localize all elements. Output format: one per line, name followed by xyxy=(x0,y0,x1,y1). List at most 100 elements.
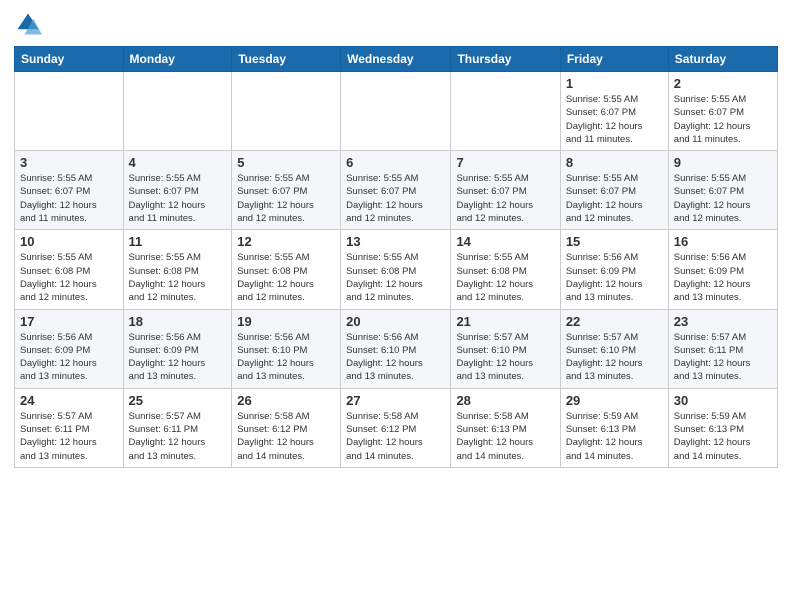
day-info: Sunrise: 5:55 AM Sunset: 6:07 PM Dayligh… xyxy=(456,172,554,225)
day-info: Sunrise: 5:57 AM Sunset: 6:10 PM Dayligh… xyxy=(566,331,663,384)
calendar-header-row: SundayMondayTuesdayWednesdayThursdayFrid… xyxy=(15,47,778,72)
day-info: Sunrise: 5:55 AM Sunset: 6:08 PM Dayligh… xyxy=(346,251,445,304)
calendar-cell: 23 Sunrise: 5:57 AM Sunset: 6:11 PM Dayli… xyxy=(668,309,777,388)
day-number: 12 xyxy=(237,234,335,249)
day-number: 7 xyxy=(456,155,554,170)
day-number: 22 xyxy=(566,314,663,329)
calendar-cell: 2 Sunrise: 5:55 AM Sunset: 6:07 PM Daylig… xyxy=(668,72,777,151)
day-info: Sunrise: 5:57 AM Sunset: 6:11 PM Dayligh… xyxy=(674,331,772,384)
day-info: Sunrise: 5:55 AM Sunset: 6:07 PM Dayligh… xyxy=(674,93,772,146)
day-number: 21 xyxy=(456,314,554,329)
day-info: Sunrise: 5:55 AM Sunset: 6:07 PM Dayligh… xyxy=(674,172,772,225)
calendar-table: SundayMondayTuesdayWednesdayThursdayFrid… xyxy=(14,46,778,468)
day-number: 29 xyxy=(566,393,663,408)
day-number: 3 xyxy=(20,155,118,170)
calendar-cell xyxy=(232,72,341,151)
day-info: Sunrise: 5:59 AM Sunset: 6:13 PM Dayligh… xyxy=(674,410,772,463)
logo xyxy=(14,10,46,38)
day-info: Sunrise: 5:57 AM Sunset: 6:10 PM Dayligh… xyxy=(456,331,554,384)
day-number: 30 xyxy=(674,393,772,408)
calendar-cell xyxy=(451,72,560,151)
calendar-cell: 10 Sunrise: 5:55 AM Sunset: 6:08 PM Dayli… xyxy=(15,230,124,309)
day-number: 19 xyxy=(237,314,335,329)
calendar-week-row: 1 Sunrise: 5:55 AM Sunset: 6:07 PM Daylig… xyxy=(15,72,778,151)
calendar-cell: 18 Sunrise: 5:56 AM Sunset: 6:09 PM Dayli… xyxy=(123,309,232,388)
calendar-cell: 21 Sunrise: 5:57 AM Sunset: 6:10 PM Dayli… xyxy=(451,309,560,388)
calendar-cell: 9 Sunrise: 5:55 AM Sunset: 6:07 PM Daylig… xyxy=(668,151,777,230)
calendar-header-wednesday: Wednesday xyxy=(341,47,451,72)
day-info: Sunrise: 5:55 AM Sunset: 6:08 PM Dayligh… xyxy=(129,251,227,304)
day-number: 17 xyxy=(20,314,118,329)
day-info: Sunrise: 5:58 AM Sunset: 6:13 PM Dayligh… xyxy=(456,410,554,463)
day-number: 23 xyxy=(674,314,772,329)
day-info: Sunrise: 5:55 AM Sunset: 6:08 PM Dayligh… xyxy=(20,251,118,304)
calendar-cell: 6Sunrise: 5:55 AM Sunset: 6:07 PM Daylig… xyxy=(341,151,451,230)
day-info: Sunrise: 5:57 AM Sunset: 6:11 PM Dayligh… xyxy=(129,410,227,463)
logo-icon xyxy=(14,10,42,38)
day-info: Sunrise: 5:57 AM Sunset: 6:11 PM Dayligh… xyxy=(20,410,118,463)
day-info: Sunrise: 5:56 AM Sunset: 6:10 PM Dayligh… xyxy=(237,331,335,384)
calendar-cell: 27 Sunrise: 5:58 AM Sunset: 6:12 PM Dayli… xyxy=(341,388,451,467)
calendar-cell: 19 Sunrise: 5:56 AM Sunset: 6:10 PM Dayli… xyxy=(232,309,341,388)
calendar-cell: 25 Sunrise: 5:57 AM Sunset: 6:11 PM Dayli… xyxy=(123,388,232,467)
calendar-cell: 24 Sunrise: 5:57 AM Sunset: 6:11 PM Dayli… xyxy=(15,388,124,467)
day-number: 9 xyxy=(674,155,772,170)
day-info: Sunrise: 5:55 AM Sunset: 6:07 PM Dayligh… xyxy=(129,172,227,225)
calendar-cell: 30 Sunrise: 5:59 AM Sunset: 6:13 PM Dayli… xyxy=(668,388,777,467)
day-info: Sunrise: 5:56 AM Sunset: 6:09 PM Dayligh… xyxy=(566,251,663,304)
day-number: 16 xyxy=(674,234,772,249)
calendar-cell: 11 Sunrise: 5:55 AM Sunset: 6:08 PM Dayli… xyxy=(123,230,232,309)
calendar-cell: 12 Sunrise: 5:55 AM Sunset: 6:08 PM Dayli… xyxy=(232,230,341,309)
calendar-cell: 16 Sunrise: 5:56 AM Sunset: 6:09 PM Dayli… xyxy=(668,230,777,309)
calendar-week-row: 24 Sunrise: 5:57 AM Sunset: 6:11 PM Dayli… xyxy=(15,388,778,467)
calendar-cell: 22 Sunrise: 5:57 AM Sunset: 6:10 PM Dayli… xyxy=(560,309,668,388)
calendar-cell: 5Sunrise: 5:55 AM Sunset: 6:07 PM Daylig… xyxy=(232,151,341,230)
calendar-cell: 26Sunrise: 5:58 AM Sunset: 6:12 PM Dayli… xyxy=(232,388,341,467)
page: SundayMondayTuesdayWednesdayThursdayFrid… xyxy=(0,0,792,612)
day-number: 6 xyxy=(346,155,445,170)
day-number: 25 xyxy=(129,393,227,408)
day-number: 11 xyxy=(129,234,227,249)
calendar-cell: 7 Sunrise: 5:55 AM Sunset: 6:07 PM Daylig… xyxy=(451,151,560,230)
day-number: 14 xyxy=(456,234,554,249)
calendar-header-sunday: Sunday xyxy=(15,47,124,72)
day-info: Sunrise: 5:56 AM Sunset: 6:09 PM Dayligh… xyxy=(129,331,227,384)
day-number: 2 xyxy=(674,76,772,91)
calendar-cell xyxy=(341,72,451,151)
calendar-week-row: 3 Sunrise: 5:55 AM Sunset: 6:07 PM Daylig… xyxy=(15,151,778,230)
day-info: Sunrise: 5:55 AM Sunset: 6:08 PM Dayligh… xyxy=(456,251,554,304)
calendar-cell: 29 Sunrise: 5:59 AM Sunset: 6:13 PM Dayli… xyxy=(560,388,668,467)
day-info: Sunrise: 5:56 AM Sunset: 6:10 PM Dayligh… xyxy=(346,331,445,384)
day-number: 13 xyxy=(346,234,445,249)
day-number: 24 xyxy=(20,393,118,408)
header xyxy=(14,10,778,38)
calendar-cell: 28 Sunrise: 5:58 AM Sunset: 6:13 PM Dayli… xyxy=(451,388,560,467)
day-number: 18 xyxy=(129,314,227,329)
calendar-cell: 1 Sunrise: 5:55 AM Sunset: 6:07 PM Daylig… xyxy=(560,72,668,151)
day-number: 10 xyxy=(20,234,118,249)
day-number: 1 xyxy=(566,76,663,91)
calendar-cell: 20Sunrise: 5:56 AM Sunset: 6:10 PM Dayli… xyxy=(341,309,451,388)
day-info: Sunrise: 5:55 AM Sunset: 6:07 PM Dayligh… xyxy=(566,172,663,225)
day-info: Sunrise: 5:55 AM Sunset: 6:07 PM Dayligh… xyxy=(566,93,663,146)
day-number: 28 xyxy=(456,393,554,408)
calendar-cell: 4 Sunrise: 5:55 AM Sunset: 6:07 PM Daylig… xyxy=(123,151,232,230)
day-info: Sunrise: 5:58 AM Sunset: 6:12 PM Dayligh… xyxy=(346,410,445,463)
day-number: 5 xyxy=(237,155,335,170)
calendar-cell: 17Sunrise: 5:56 AM Sunset: 6:09 PM Dayli… xyxy=(15,309,124,388)
calendar-week-row: 10 Sunrise: 5:55 AM Sunset: 6:08 PM Dayli… xyxy=(15,230,778,309)
day-number: 27 xyxy=(346,393,445,408)
calendar-cell: 3Sunrise: 5:55 AM Sunset: 6:07 PM Daylig… xyxy=(15,151,124,230)
day-number: 8 xyxy=(566,155,663,170)
calendar-cell xyxy=(15,72,124,151)
calendar-cell: 8 Sunrise: 5:55 AM Sunset: 6:07 PM Daylig… xyxy=(560,151,668,230)
calendar-cell: 13 Sunrise: 5:55 AM Sunset: 6:08 PM Dayli… xyxy=(341,230,451,309)
day-info: Sunrise: 5:58 AM Sunset: 6:12 PM Dayligh… xyxy=(237,410,335,463)
day-number: 4 xyxy=(129,155,227,170)
day-info: Sunrise: 5:56 AM Sunset: 6:09 PM Dayligh… xyxy=(674,251,772,304)
day-info: Sunrise: 5:55 AM Sunset: 6:08 PM Dayligh… xyxy=(237,251,335,304)
day-info: Sunrise: 5:59 AM Sunset: 6:13 PM Dayligh… xyxy=(566,410,663,463)
calendar-header-tuesday: Tuesday xyxy=(232,47,341,72)
calendar-header-thursday: Thursday xyxy=(451,47,560,72)
calendar-week-row: 17 Sunrise: 5:56 AM Sunset: 6:09 PM Dayli… xyxy=(15,309,778,388)
